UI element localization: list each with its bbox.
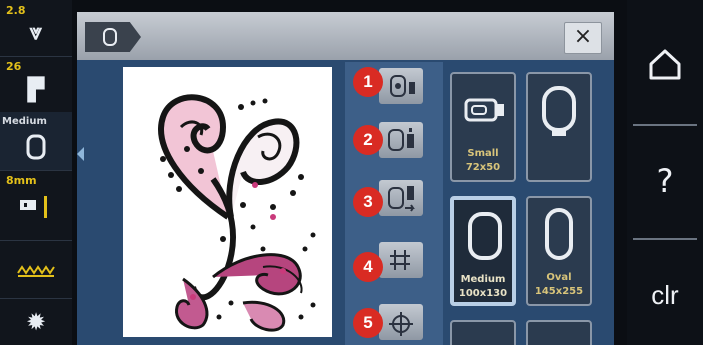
callout-badge-4: 4 bbox=[353, 252, 383, 282]
callout-badge-5: 5 bbox=[353, 308, 383, 338]
hoop-move-button[interactable] bbox=[379, 180, 423, 216]
help-button[interactable]: ? bbox=[627, 126, 703, 236]
close-button[interactable]: × bbox=[564, 22, 602, 54]
needle-plate-icon bbox=[0, 194, 72, 226]
settings-gear-icon: ✹ bbox=[25, 308, 47, 336]
grid-button[interactable] bbox=[379, 242, 423, 278]
presser-foot-value: 26 bbox=[6, 60, 22, 73]
hoop-tab-icon bbox=[103, 28, 117, 46]
hoop-tile-next-left[interactable] bbox=[450, 320, 516, 345]
embroidery-preview bbox=[123, 67, 332, 337]
hoop-tile-medium[interactable]: Medium 100x130 bbox=[450, 196, 516, 306]
hoop-name-medium: Medium bbox=[460, 274, 506, 285]
feed-dog-icon bbox=[0, 260, 72, 285]
callout-badge-2: 2 bbox=[353, 125, 383, 155]
embroidery-screen: 2.8 ⩔ 26 ▛ Medium 8mm ✹ × 1 2 3 4 5 Smal… bbox=[0, 0, 703, 345]
right-nav-bar: ? clr bbox=[627, 0, 703, 345]
hoop-selection-panel: × 1 2 3 4 5 Small 72x50 Medium 100x130 O… bbox=[77, 12, 614, 345]
hoop-item[interactable]: Medium bbox=[0, 112, 72, 171]
grid-icon bbox=[390, 250, 410, 270]
stitch-length-value: 2.8 bbox=[6, 4, 26, 17]
hoop-size-oval: 145x255 bbox=[534, 286, 584, 297]
feed-dog-item[interactable] bbox=[0, 240, 72, 299]
callout-badge-3: 3 bbox=[353, 187, 383, 217]
medium-hoop-icon bbox=[468, 212, 502, 260]
needle-plate-item[interactable]: 8mm bbox=[0, 170, 72, 241]
hoop-tile-oval[interactable]: Oval 145x255 bbox=[526, 196, 592, 306]
oval-hoop-icon bbox=[545, 208, 573, 260]
hoop-value: Medium bbox=[2, 116, 47, 127]
callout-badge-1: 1 bbox=[353, 67, 383, 97]
hoop-auto-select-icon bbox=[390, 75, 415, 97]
hoop-name-small: Small bbox=[467, 148, 499, 159]
stitch-length-item[interactable]: 2.8 ⩔ bbox=[0, 0, 72, 57]
expand-sidebar-arrow-icon[interactable] bbox=[77, 147, 84, 161]
presser-foot-icon: ▛ bbox=[27, 78, 45, 103]
hoop-tile-second[interactable] bbox=[526, 72, 592, 182]
settings-item[interactable]: ✹ bbox=[0, 298, 72, 345]
hoop-size-medium: 100x130 bbox=[458, 288, 508, 299]
hoop-name-oval: Oval bbox=[546, 272, 572, 283]
home-icon bbox=[649, 49, 681, 80]
hoop-tile-small[interactable]: Small 72x50 bbox=[450, 72, 516, 182]
function-buttons-column: 1 2 3 4 5 bbox=[345, 62, 443, 345]
panel-header: × bbox=[77, 12, 614, 60]
center-mark-icon bbox=[389, 312, 413, 336]
small-hoop-icon bbox=[464, 98, 504, 122]
paisley-heart-design bbox=[158, 94, 316, 332]
stitch-length-icon: ⩔ bbox=[29, 20, 43, 45]
home-button[interactable] bbox=[627, 8, 703, 118]
center-mark-button[interactable] bbox=[379, 304, 423, 340]
hoop-move-icon bbox=[388, 186, 415, 212]
hoop-info-icon bbox=[388, 128, 414, 151]
hoop-info-button[interactable] bbox=[379, 122, 423, 158]
hoop-auto-select-button[interactable] bbox=[379, 68, 423, 104]
needle-plate-value: 8mm bbox=[6, 174, 37, 187]
hoop-tile-next-right[interactable] bbox=[526, 320, 592, 345]
hoop-size-small: 72x50 bbox=[465, 162, 501, 173]
clear-button[interactable]: clr bbox=[627, 240, 703, 345]
status-sidebar: 2.8 ⩔ 26 ▛ Medium 8mm ✹ bbox=[0, 0, 72, 345]
hoop-outline-icon bbox=[542, 86, 576, 136]
hoop-icon bbox=[0, 134, 72, 166]
presser-foot-item[interactable]: 26 ▛ bbox=[0, 56, 72, 113]
